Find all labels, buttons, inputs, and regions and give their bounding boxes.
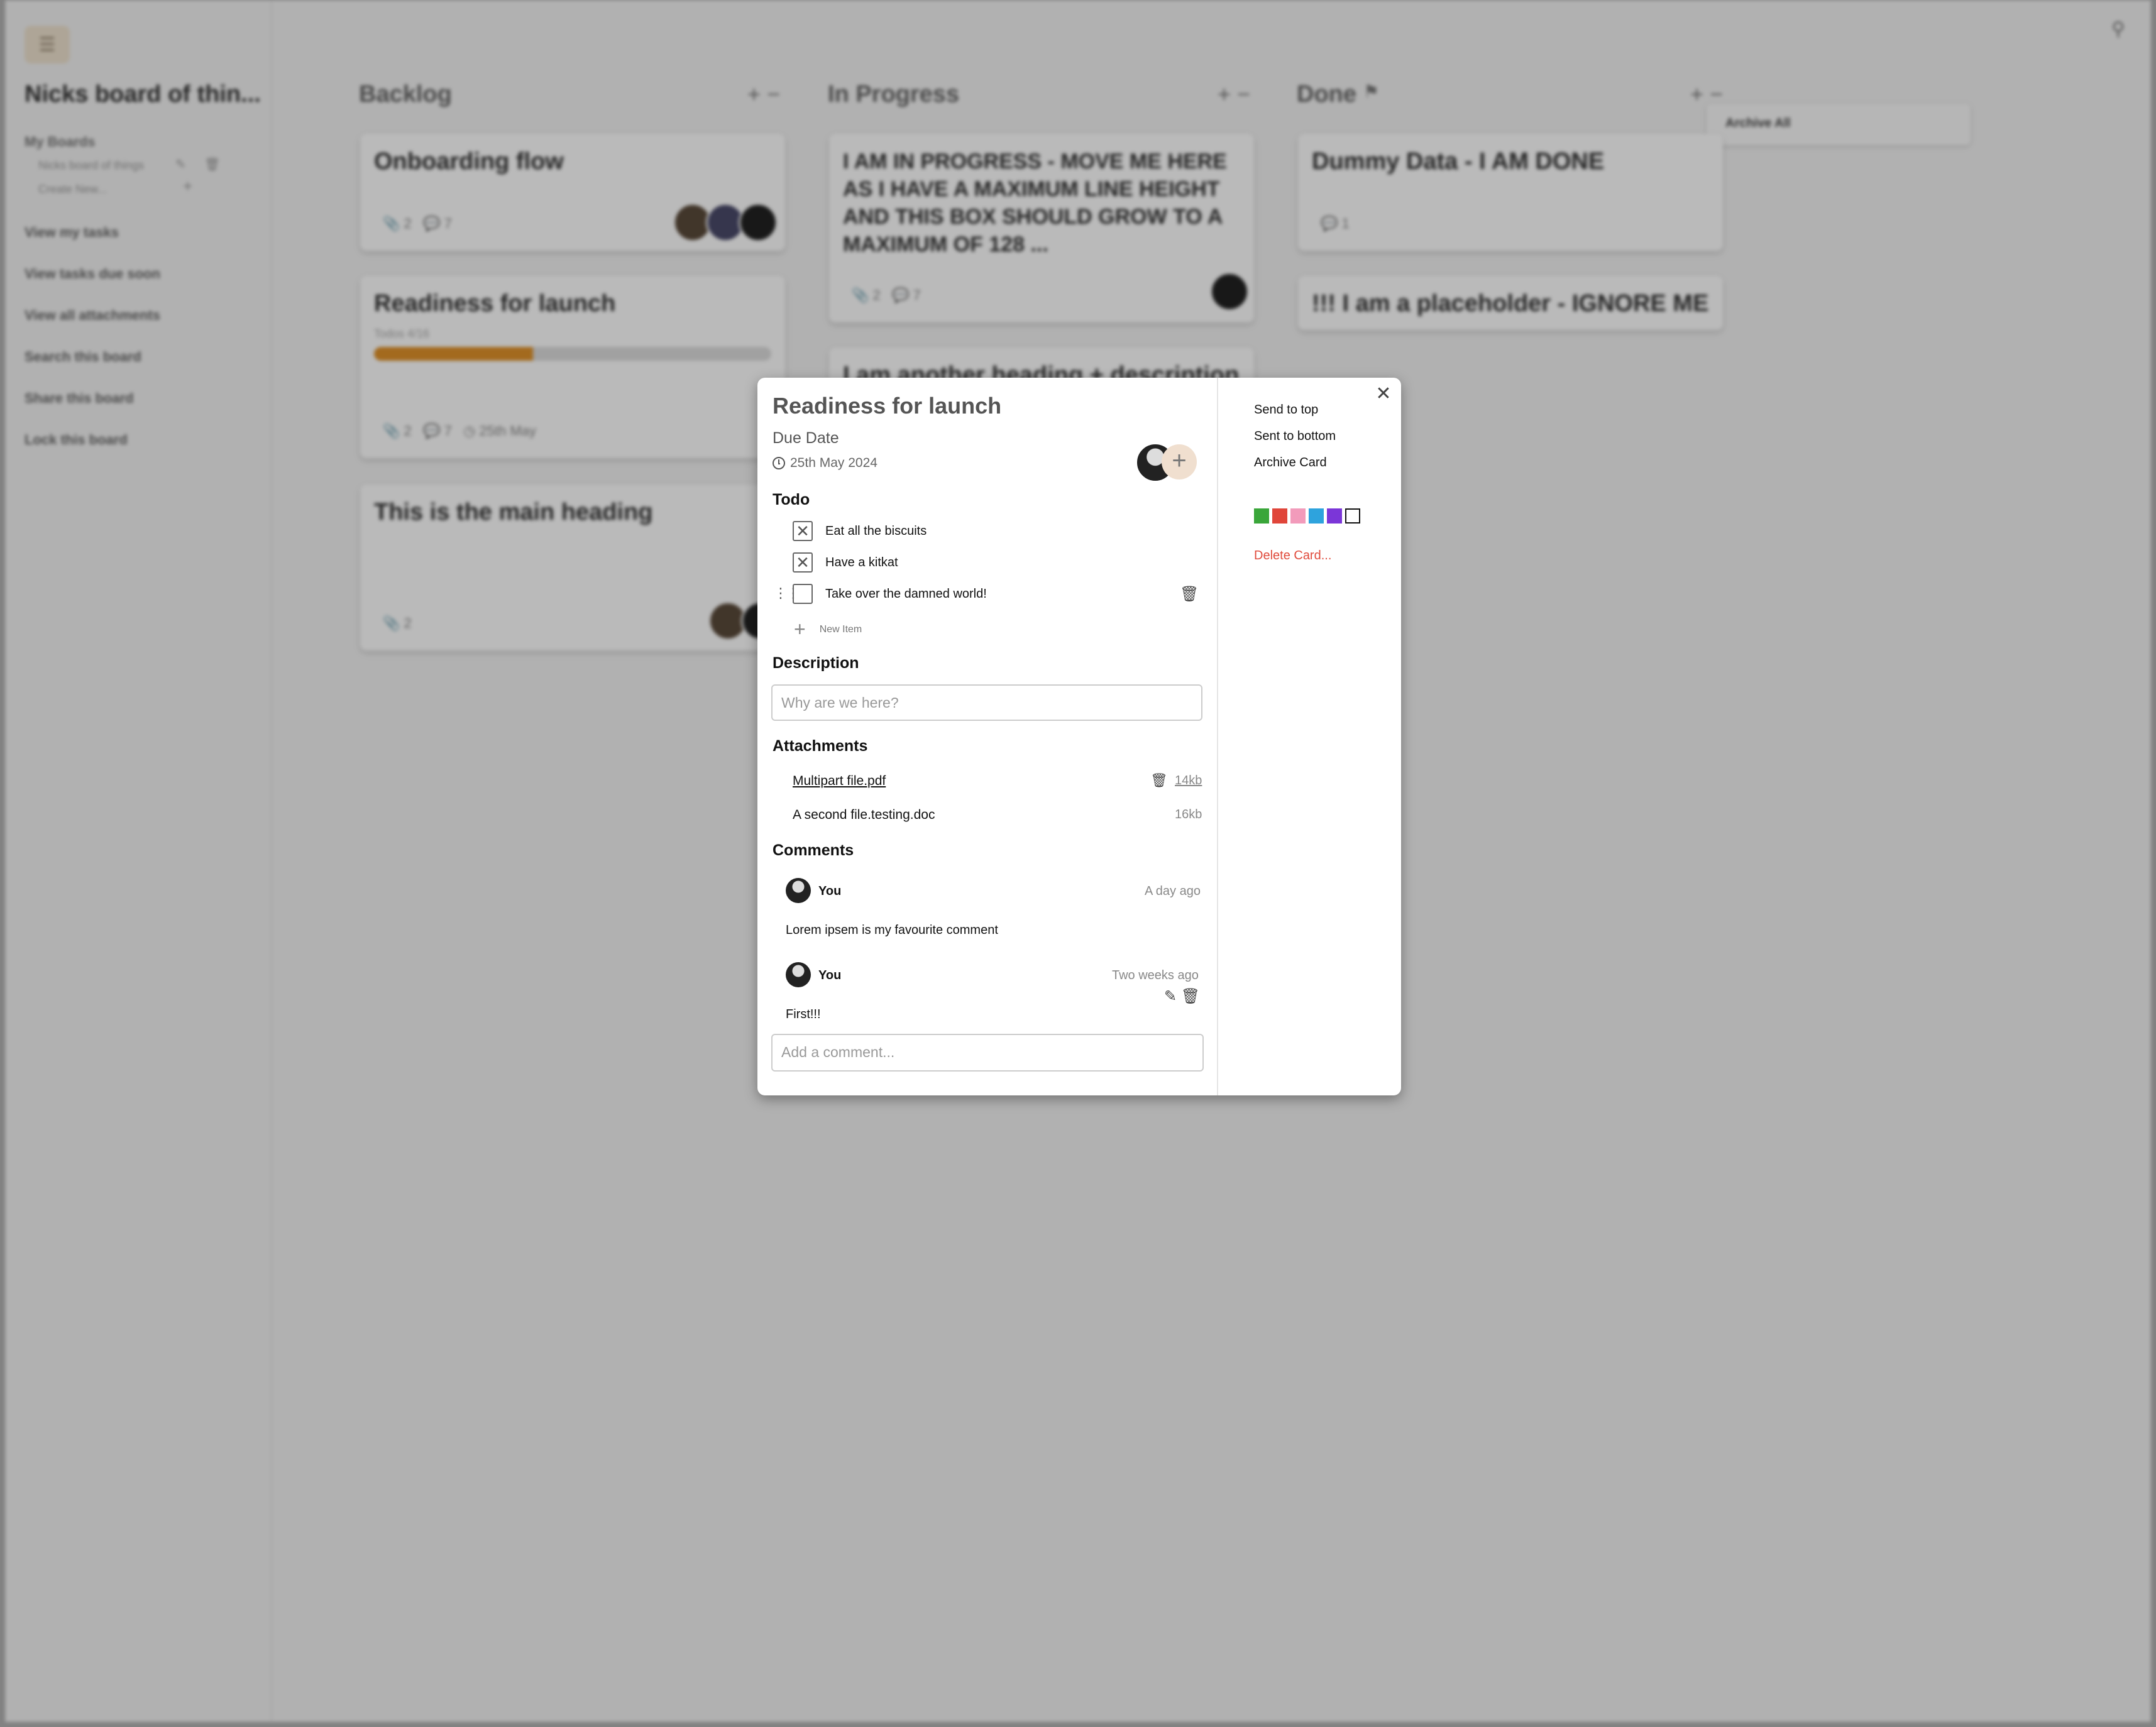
attachment-name[interactable]: A second file.testing.doc — [793, 808, 935, 822]
color-swatch[interactable] — [1327, 508, 1342, 524]
todo-text[interactable]: Eat all the biscuits — [825, 524, 927, 539]
card-detail-modal: Readiness for launch Due Date 25th May 2… — [757, 378, 1401, 1095]
due-date-label: Due Date — [773, 429, 839, 447]
comment-time: A day ago — [1145, 884, 1201, 898]
comment-input[interactable]: Add a comment... — [771, 1034, 1204, 1072]
attachments-heading: Attachments — [773, 737, 868, 755]
delete-card-button[interactable]: Delete Card... — [1254, 549, 1331, 563]
send-to-top-button[interactable]: Send to top — [1254, 403, 1318, 417]
new-item-label: New Item — [819, 623, 862, 635]
todo-text[interactable]: Have a kitkat — [825, 556, 898, 570]
attachment-size: 16kb — [1175, 808, 1202, 821]
todo-heading: Todo — [773, 491, 810, 508]
trash-icon[interactable]: 🗑 — [1181, 988, 1200, 1005]
due-date-row[interactable]: 25th May 2024 — [773, 456, 877, 471]
trash-icon[interactable]: 🗑 — [1150, 772, 1168, 789]
modal-actions-panel: ✕ Send to top Sent to bottom Archive Car… — [1218, 378, 1401, 1095]
description-heading: Description — [773, 654, 859, 672]
modal-card-title[interactable]: Readiness for launch — [773, 393, 1001, 419]
todo-item: ✕ Eat all the biscuits — [793, 521, 927, 541]
color-swatch[interactable] — [1345, 508, 1360, 524]
comment-actions: ✎ 🗑 — [1164, 987, 1200, 1006]
comment-author: You — [818, 968, 842, 982]
send-to-bottom-button[interactable]: Sent to bottom — [1254, 429, 1336, 444]
clock-icon — [773, 457, 785, 469]
attachment-name[interactable]: Multipart file.pdf — [793, 774, 886, 788]
archive-card-button[interactable]: Archive Card — [1254, 456, 1327, 470]
edit-icon[interactable]: ✎ — [1164, 988, 1177, 1005]
color-swatch[interactable] — [1309, 508, 1324, 524]
add-member-button[interactable]: + — [1162, 444, 1197, 480]
color-swatch[interactable] — [1290, 508, 1306, 524]
todo-text[interactable]: Take over the damned world! — [825, 587, 987, 601]
description-input[interactable]: Why are we here? — [771, 684, 1202, 721]
due-date-value: 25th May 2024 — [790, 456, 877, 470]
color-swatches — [1254, 508, 1360, 524]
todo-checkbox[interactable] — [793, 584, 813, 604]
comment-author: You — [818, 884, 842, 898]
color-swatch[interactable] — [1272, 508, 1287, 524]
modal-main-panel: Readiness for launch Due Date 25th May 2… — [757, 378, 1218, 1095]
todo-checkbox-checked[interactable]: ✕ — [793, 552, 813, 573]
todo-checkbox-checked[interactable]: ✕ — [793, 521, 813, 541]
todo-item: ✕ Have a kitkat — [793, 552, 898, 573]
close-icon[interactable]: ✕ — [1372, 383, 1395, 405]
attachment-item[interactable]: Multipart file.pdf — [793, 774, 886, 789]
todo-item: Take over the damned world! — [793, 584, 987, 604]
attachment-item[interactable]: A second file.testing.doc — [793, 808, 935, 823]
color-swatch[interactable] — [1254, 508, 1269, 524]
trash-icon[interactable]: 🗑 — [1180, 585, 1199, 603]
plus-icon: + — [794, 618, 806, 640]
avatar — [786, 878, 811, 903]
comment-time: Two weeks ago — [1112, 968, 1199, 982]
comment-text: Lorem ipsem is my favourite comment — [786, 923, 998, 937]
new-todo-item[interactable]: + New Item — [794, 618, 862, 641]
avatar — [786, 962, 811, 987]
comments-heading: Comments — [773, 842, 854, 859]
comment-text: First!!! — [786, 1007, 821, 1021]
attachment-size: 14kb — [1175, 774, 1202, 787]
